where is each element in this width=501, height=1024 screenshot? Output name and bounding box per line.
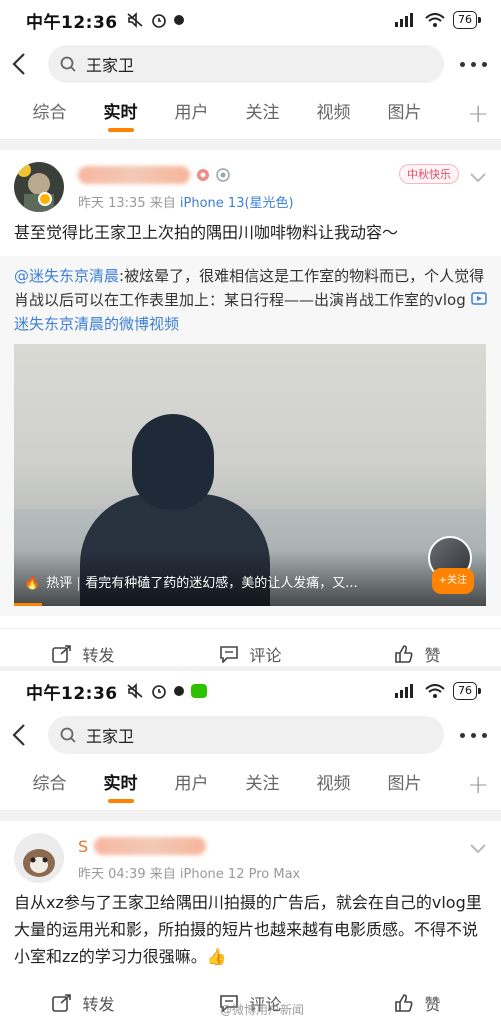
wifi-icon	[425, 13, 445, 27]
member-badge-icon	[216, 168, 230, 182]
battery-indicator: 76	[453, 11, 481, 29]
screenshot-bottom: 中午12:36 76 王家卫 综合 实时 用户 关注 视频 图片 + S 昨天 …	[0, 671, 501, 1024]
verified-badge-icon	[38, 192, 52, 206]
wechat-icon	[190, 684, 207, 698]
chevron-down-icon[interactable]	[469, 172, 487, 184]
chevron-down-icon[interactable]	[469, 843, 487, 855]
mute-icon	[127, 12, 143, 28]
post-header: 昨天 13:35 来自 iPhone 13(星光色) 中秋快乐	[0, 150, 501, 214]
signal-icon	[395, 13, 413, 27]
tab-video[interactable]: 视频	[298, 88, 369, 140]
post-source: iPhone 12 Pro Max	[179, 867, 301, 882]
post-time: 昨天 04:39	[78, 867, 146, 882]
comment-icon	[220, 645, 239, 663]
back-button[interactable]	[12, 51, 38, 77]
video-progress	[14, 603, 42, 606]
avatar[interactable]	[14, 833, 64, 883]
fire-icon: 🔥	[24, 576, 41, 591]
tab-realtime[interactable]: 实时	[85, 759, 156, 811]
alarm-icon	[151, 685, 166, 699]
repost-box[interactable]: @迷失东京清晨:被炫晕了，很难相信这是工作室的物料而已，个人觉得肖战以后可以在工…	[0, 256, 501, 616]
search-icon	[60, 727, 76, 743]
search-row: 王家卫	[0, 40, 501, 88]
post-time: 昨天 13:35	[78, 196, 146, 211]
thumbs-up-icon	[395, 994, 413, 1012]
filter-tabs: 综合 实时 用户 关注 视频 图片 +	[0, 759, 501, 811]
status-bar: 中午12:36 76	[0, 671, 501, 711]
username-redacted	[94, 837, 207, 855]
video-link-icon	[470, 292, 487, 305]
post-source[interactable]: iPhone 13(星光色)	[180, 196, 294, 211]
status-time: 中午12:36	[26, 12, 118, 33]
chevron-left-icon	[12, 53, 25, 75]
dot-icon	[173, 686, 184, 696]
tab-images[interactable]: 图片	[369, 759, 440, 811]
tab-following[interactable]: 关注	[227, 88, 298, 140]
dot-icon	[173, 15, 184, 25]
mute-icon	[127, 683, 143, 699]
tab-following[interactable]: 关注	[227, 759, 298, 811]
video-player[interactable]: +关注 🔥 热评 看完有种磕了药的迷幻感，美的让人发痛，又...	[14, 344, 486, 606]
hot-comment-label: 热评	[46, 576, 73, 591]
tab-comprehensive[interactable]: 综合	[14, 759, 85, 811]
signal-icon	[395, 684, 413, 698]
add-tab-icon[interactable]: +	[467, 770, 489, 800]
tab-comprehensive[interactable]: 综合	[14, 88, 85, 140]
like-button[interactable]: 赞	[334, 991, 501, 1015]
post-actions: 转发 评论 赞	[0, 628, 501, 666]
repost-button[interactable]: 转发	[0, 991, 167, 1015]
more-dot-icon	[460, 61, 465, 67]
status-bar: 中午12:36 76	[0, 0, 501, 40]
more-button[interactable]	[460, 732, 487, 738]
tab-users[interactable]: 用户	[156, 88, 227, 140]
username-redacted	[78, 166, 190, 184]
tab-video[interactable]: 视频	[298, 759, 369, 811]
thumbs-up-icon	[395, 644, 413, 663]
search-input[interactable]: 王家卫	[48, 45, 444, 83]
status-time: 中午12:36	[26, 683, 118, 704]
comment-button[interactable]: 评论	[167, 642, 334, 666]
search-query: 王家卫	[86, 56, 135, 75]
alarm-icon	[151, 14, 166, 28]
search-input[interactable]: 王家卫	[48, 716, 444, 754]
post-header: S 昨天 04:39 来自 iPhone 12 Pro Max	[0, 821, 501, 885]
search-query: 王家卫	[86, 727, 135, 746]
flower-badge-icon	[197, 169, 209, 181]
repost-button[interactable]: 转发	[0, 642, 167, 666]
tab-users[interactable]: 用户	[156, 759, 227, 811]
wifi-icon	[425, 684, 445, 698]
tab-images[interactable]: 图片	[369, 88, 440, 140]
battery-indicator: 76	[453, 682, 481, 700]
repost-icon	[52, 644, 72, 663]
tab-realtime[interactable]: 实时	[85, 88, 156, 140]
repost-mention[interactable]: @迷失东京清晨	[14, 267, 119, 285]
more-button[interactable]	[460, 61, 487, 67]
post-text: 自从xz参与了王家卫给隅田川拍摄的广告后，就会在自己的vlog里大量的运用光和影…	[14, 893, 482, 966]
filter-tabs: 综合 实时 用户 关注 视频 图片 +	[0, 88, 501, 140]
follow-button[interactable]: +关注	[431, 568, 474, 594]
hot-comment-text: 看完有种磕了药的迷幻感，美的让人发痛，又...	[85, 576, 358, 591]
festival-badge: 中秋快乐	[399, 164, 459, 184]
more-dot-icon	[460, 732, 465, 738]
back-button[interactable]	[12, 722, 38, 748]
username-initial: S	[78, 836, 89, 856]
screenshot-top: 中午12:36 76 王家卫 综合 实时 用户 关注 视频 图片 + 昨天 13…	[0, 0, 501, 666]
repost-icon	[52, 994, 72, 1012]
avatar[interactable]	[14, 162, 64, 212]
chevron-left-icon	[12, 724, 25, 746]
add-tab-icon[interactable]: +	[467, 99, 489, 129]
watermark: @微博用户新闻	[220, 1003, 305, 1017]
search-icon	[60, 56, 76, 72]
like-button[interactable]: 赞	[334, 642, 501, 666]
hot-comment-bar[interactable]: 🔥 热评 看完有种磕了药的迷幻感，美的让人发痛，又...	[24, 572, 358, 596]
search-row: 王家卫	[0, 711, 501, 759]
post-text: 甚至觉得比王家卫上次拍的隅田川咖啡物料让我动容～	[14, 223, 399, 242]
